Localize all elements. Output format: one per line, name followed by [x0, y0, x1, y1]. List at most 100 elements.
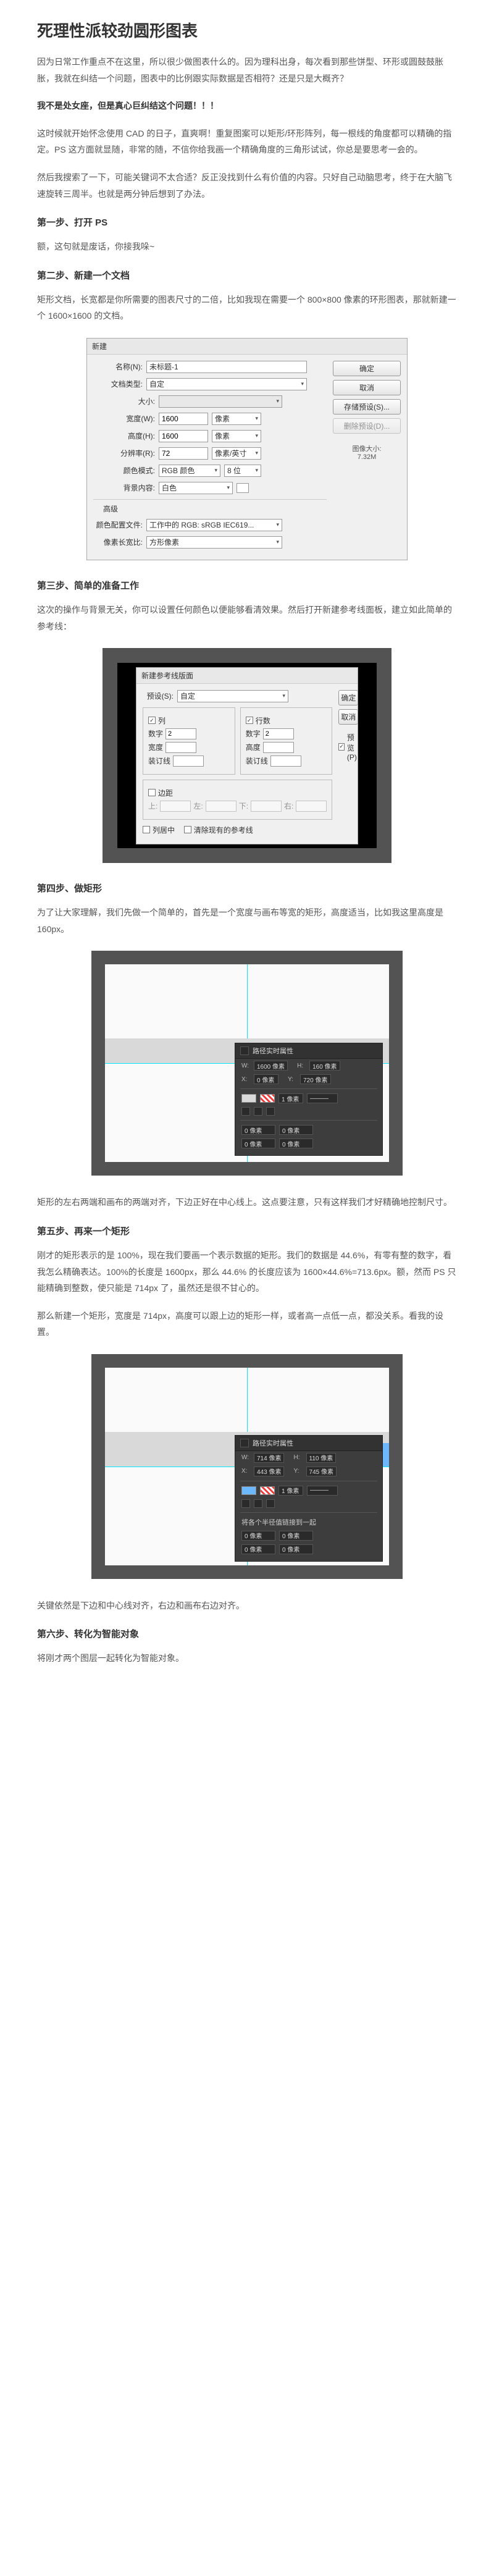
- step5-p2: 那么新建一个矩形，宽度是 714px，高度可以跟上边的矩形一样，或者高一点低一点…: [37, 1308, 457, 1341]
- row-height-input[interactable]: [263, 742, 294, 753]
- chevron-down-icon: ▾: [214, 467, 217, 474]
- width-unit-select[interactable]: 像素▾: [212, 413, 261, 425]
- step5-after-text: 关键依然是下边和中心线对齐，右边和画布右边对齐。: [37, 1597, 457, 1614]
- height-label: 高度: [246, 742, 261, 752]
- canvas: 路径实时属性 W:1600 像素 H:160 像素 X:0 像素 Y:720 像…: [105, 964, 389, 1162]
- row-number-input[interactable]: [263, 728, 294, 739]
- image-size-label: 图像大小:: [333, 444, 401, 453]
- stroke-width[interactable]: 1 像素: [278, 1093, 303, 1103]
- clear-checkbox[interactable]: [184, 826, 191, 833]
- properties-panel: 路径实时属性 W:714 像素 H:110 像素 X:443 像素 Y:745 …: [235, 1435, 383, 1562]
- bg-select[interactable]: 白色▾: [159, 482, 233, 494]
- intro-bold-line: 我不是处女座，但是真心巨纠结这个问题！！！: [37, 98, 457, 114]
- shape-icon: [240, 1046, 249, 1055]
- chevron-down-icon: ▾: [282, 692, 285, 699]
- step3-text: 这次的操作与背景无关，你可以设置任何颜色以便能够看清效果。然后打开新建参考线面板…: [37, 602, 457, 634]
- intro-paragraph-3: 这时候就开始怀念使用 CAD 的日子，直爽啊！重复图案可以矩形/环形阵列，每一根…: [37, 125, 457, 158]
- save-preset-button[interactable]: 存储预设(S)...: [333, 399, 401, 415]
- x-value[interactable]: 0 像素: [254, 1074, 278, 1084]
- cancel-button[interactable]: 取消: [338, 709, 358, 725]
- w-value[interactable]: 714 像素: [254, 1453, 284, 1463]
- preview-label: 预览(P): [347, 732, 358, 762]
- stroke-style[interactable]: ———: [307, 1486, 338, 1496]
- col-number-input[interactable]: [165, 728, 196, 739]
- profile-label: 颜色配置文件:: [93, 520, 143, 530]
- row-gutter-input[interactable]: [270, 756, 301, 767]
- col-gutter-input[interactable]: [173, 756, 204, 767]
- align-icon[interactable]: [266, 1499, 275, 1508]
- corner-tl[interactable]: 0 像素: [241, 1531, 275, 1541]
- margin-checkbox[interactable]: [148, 789, 156, 796]
- corner-tr[interactable]: 0 像素: [279, 1125, 313, 1135]
- cancel-button[interactable]: 取消: [333, 380, 401, 395]
- corner-br[interactable]: 0 像素: [279, 1139, 313, 1148]
- corner-tl[interactable]: 0 像素: [241, 1125, 275, 1135]
- ok-button[interactable]: 确定: [333, 361, 401, 376]
- size-select[interactable]: ▾: [159, 395, 282, 408]
- guides-preset-select[interactable]: 自定▾: [177, 690, 288, 702]
- align-icon[interactable]: [254, 1499, 262, 1508]
- resolution-unit-select[interactable]: 像素/英寸▾: [212, 447, 261, 460]
- preset-select[interactable]: 自定▾: [146, 378, 307, 390]
- right-label: 右:: [284, 801, 293, 811]
- step1-text: 额，这句就是废话，你接我哚~: [37, 238, 457, 255]
- preview-checkbox[interactable]: ✓: [338, 743, 345, 751]
- y-value[interactable]: 720 像素: [300, 1074, 330, 1084]
- align-icon[interactable]: [241, 1499, 250, 1508]
- mode-bits-select[interactable]: 8 位▾: [224, 465, 261, 477]
- center-label: 列居中: [153, 825, 175, 835]
- bg-color-swatch[interactable]: [237, 483, 249, 493]
- name-field[interactable]: 未标题-1: [146, 361, 307, 373]
- stroke-swatch[interactable]: [260, 1094, 275, 1103]
- stroke-swatch[interactable]: [260, 1486, 275, 1495]
- step5-heading: 第五步、再来一个矩形: [37, 1224, 457, 1237]
- columns-checkbox[interactable]: ✓: [148, 717, 156, 724]
- chevron-down-icon: ▾: [276, 539, 279, 545]
- aspect-select[interactable]: 方形像素▾: [146, 536, 282, 549]
- delete-preset-button: 删除预设(D)...: [333, 418, 401, 434]
- height-input[interactable]: [159, 430, 208, 442]
- h-value[interactable]: 110 像素: [306, 1453, 337, 1463]
- w-value[interactable]: 1600 像素: [254, 1061, 288, 1071]
- y-value[interactable]: 745 像素: [306, 1467, 337, 1476]
- stroke-width[interactable]: 1 像素: [278, 1486, 303, 1496]
- page-title: 死理性派较劲圆形图表: [37, 19, 457, 41]
- chevron-down-icon: ▾: [276, 398, 279, 405]
- resolution-input[interactable]: [159, 447, 208, 460]
- col-width-input[interactable]: [165, 742, 196, 753]
- step2-heading: 第二步、新建一个文档: [37, 269, 457, 282]
- width-input[interactable]: [159, 413, 208, 425]
- mode-select[interactable]: RGB 颜色▾: [159, 465, 220, 477]
- bg-label: 背景内容:: [118, 482, 155, 493]
- chevron-down-icon: ▾: [255, 450, 258, 457]
- step4-after-text: 矩形的左右两端和画布的两端对齐，下边正好在中心线上。这点要注意，只有这样我们才好…: [37, 1194, 457, 1211]
- advanced-label: 高级: [93, 503, 118, 514]
- mode-label: 颜色模式:: [118, 465, 155, 476]
- corner-tr[interactable]: 0 像素: [279, 1531, 313, 1541]
- align-icon[interactable]: [266, 1107, 275, 1116]
- image-size-value: 7.32M: [333, 453, 401, 461]
- width-label: 宽度: [148, 742, 163, 752]
- aspect-label: 像素长宽比:: [93, 537, 143, 547]
- center-checkbox[interactable]: [143, 826, 150, 833]
- new-document-dialog: 新建 名称(N): 未标题-1 文档类型: 自定▾ 大小: ▾: [86, 338, 408, 560]
- align-icon[interactable]: [241, 1107, 250, 1116]
- x-value[interactable]: 443 像素: [254, 1467, 284, 1476]
- corner-br[interactable]: 0 像素: [279, 1544, 313, 1554]
- ok-button[interactable]: 确定: [338, 690, 358, 705]
- profile-select[interactable]: 工作中的 RGB: sRGB IEC619...▾: [146, 519, 282, 531]
- height-unit-select[interactable]: 像素▾: [212, 430, 261, 442]
- gutter-label: 装订线: [246, 756, 268, 766]
- left-label: 左:: [193, 801, 203, 811]
- align-icon[interactable]: [254, 1107, 262, 1116]
- h-value[interactable]: 160 像素: [309, 1061, 340, 1071]
- rows-checkbox[interactable]: ✓: [246, 717, 253, 724]
- properties-title: 路径实时属性: [253, 1438, 293, 1448]
- height-label: 高度(H):: [118, 431, 155, 441]
- fill-swatch[interactable]: [241, 1486, 256, 1495]
- corner-bl[interactable]: 0 像素: [241, 1544, 275, 1554]
- corner-bl[interactable]: 0 像素: [241, 1139, 275, 1148]
- stroke-style[interactable]: ———: [307, 1093, 338, 1103]
- step5-p1: 刚才的矩形表示的是 100%，现在我们要画一个表示数据的矩形。我们的数据是 44…: [37, 1247, 457, 1297]
- fill-swatch[interactable]: [241, 1094, 256, 1103]
